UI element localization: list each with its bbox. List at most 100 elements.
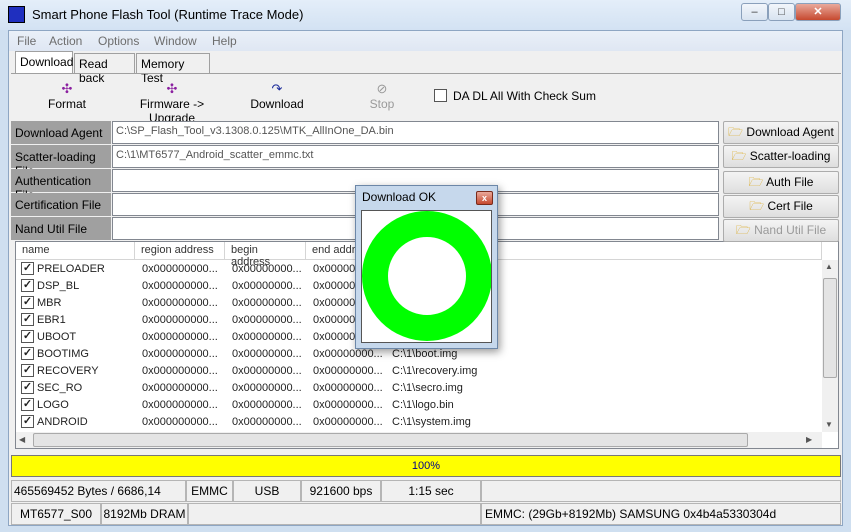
partition-checkbox[interactable]: ✓ <box>21 364 34 377</box>
download-agent-button[interactable]: 🗁 Download Agent <box>723 121 839 144</box>
list-item[interactable]: ✓ LOGO 0x000000000... 0x00000000... 0x00… <box>16 397 822 414</box>
title-bar: Smart Phone Flash Tool (Runtime Trace Mo… <box>0 0 851 30</box>
column-header-begin-address[interactable]: begin address <box>225 242 306 268</box>
minimize-button[interactable]: – <box>741 3 768 21</box>
horizontal-scrollbar[interactable]: ◀ ▶ <box>16 432 822 448</box>
partition-checkbox[interactable]: ✓ <box>21 313 34 326</box>
end-address: 0x00000000... <box>313 382 383 394</box>
authentication-file-button-label: Auth File <box>766 175 814 189</box>
status-dram: 8192Mb DRAM <box>101 503 188 525</box>
begin-address: 0x00000000... <box>232 297 302 309</box>
column-header-region-address[interactable]: region address <box>135 242 225 260</box>
status-chip: MT6577_S00 <box>11 503 101 525</box>
menu-options[interactable]: Options <box>98 34 139 48</box>
list-item[interactable]: ✓ ANDROID 0x000000000... 0x00000000... 0… <box>16 414 822 431</box>
scroll-right-arrow-icon[interactable]: ▶ <box>806 435 812 444</box>
nand-util-file-button[interactable]: 🗁 Nand Util File <box>723 219 839 242</box>
download-icon: ↷ <box>271 81 283 96</box>
partition-name: ANDROID <box>37 416 88 428</box>
download-agent-button-label: Download Agent <box>746 125 834 139</box>
folder-icon: 🗁 <box>735 223 751 237</box>
format-button[interactable]: ✣ Format <box>47 81 87 111</box>
begin-address: 0x00000000... <box>232 314 302 326</box>
scatter-loading-file-input[interactable]: C:\1\MT6577_Android_scatter_emmc.txt <box>112 145 719 168</box>
scroll-down-arrow-icon[interactable]: ▼ <box>825 420 833 429</box>
window-title: Smart Phone Flash Tool (Runtime Trace Mo… <box>32 7 304 22</box>
horizontal-scroll-thumb[interactable] <box>33 433 748 447</box>
region-address: 0x000000000... <box>142 297 218 309</box>
list-item[interactable]: ✓ SEC_RO 0x000000000... 0x00000000... 0x… <box>16 380 822 397</box>
partition-checkbox[interactable]: ✓ <box>21 330 34 343</box>
dialog-title: Download OK <box>362 190 437 204</box>
stop-label: Stop <box>369 97 395 111</box>
status-transfer: 465569452 Bytes / 6686,14 KBps <box>11 480 186 518</box>
scroll-left-arrow-icon[interactable]: ◀ <box>19 435 25 444</box>
partition-name: LOGO <box>37 399 69 411</box>
tab-memory-test[interactable]: Memory Test <box>136 53 210 85</box>
download-button[interactable]: ↷ Download <box>247 81 307 111</box>
end-address: 0x00000000... <box>313 416 383 428</box>
close-button[interactable]: ✕ <box>795 3 841 21</box>
scatter-loading-file-button[interactable]: 🗁 Scatter-loading <box>723 145 839 168</box>
menu-bar: File Action Options Window Help <box>9 31 842 51</box>
partition-checkbox[interactable]: ✓ <box>21 347 34 360</box>
firmware-upgrade-icon: ✣ <box>166 81 178 96</box>
begin-address: 0x00000000... <box>232 280 302 292</box>
partition-checkbox[interactable]: ✓ <box>21 296 34 309</box>
list-item[interactable]: ✓ RECOVERY 0x000000000... 0x00000000... … <box>16 363 822 380</box>
partition-name: UBOOT <box>37 331 77 343</box>
region-address: 0x000000000... <box>142 263 218 275</box>
partition-checkbox[interactable]: ✓ <box>21 279 34 292</box>
toolbar-divider <box>11 73 841 74</box>
download-ok-dialog: Download OK x <box>355 185 498 349</box>
nand-util-file-button-label: Nand Util File <box>754 223 827 237</box>
dialog-close-button[interactable]: x <box>476 191 493 205</box>
region-address: 0x000000000... <box>142 331 218 343</box>
tab-read-back[interactable]: Read back <box>74 53 135 85</box>
partition-checkbox[interactable]: ✓ <box>21 398 34 411</box>
download-agent-label: Download Agent <box>11 121 111 144</box>
partition-checkbox[interactable]: ✓ <box>21 415 34 428</box>
menu-help[interactable]: Help <box>212 34 237 48</box>
folder-icon: 🗁 <box>728 125 744 139</box>
menu-window[interactable]: Window <box>154 34 197 48</box>
progress-bar: 100% <box>11 455 841 477</box>
partition-checkbox[interactable]: ✓ <box>21 381 34 394</box>
checksum-label: DA DL All With Check Sum <box>453 89 596 103</box>
region-address: 0x000000000... <box>142 348 218 360</box>
region-address: 0x000000000... <box>142 365 218 377</box>
partition-name: MBR <box>37 297 62 309</box>
begin-address: 0x00000000... <box>232 416 302 428</box>
firmware-upgrade-button[interactable]: ✣ Firmware -> Upgrade <box>117 81 227 125</box>
authentication-file-label: Authentication File <box>11 169 111 202</box>
menu-file[interactable]: File <box>17 34 36 48</box>
end-address: 0x00000000... <box>313 399 383 411</box>
download-label: Download <box>250 97 304 111</box>
region-address: 0x000000000... <box>142 280 218 292</box>
file-path: C:\1\logo.bin <box>392 399 454 411</box>
partition-name: PRELOADER <box>37 263 105 275</box>
end-address: 0x00000000... <box>313 365 383 377</box>
authentication-file-button[interactable]: 🗁 Auth File <box>723 171 839 194</box>
checksum-checkbox[interactable] <box>434 89 447 102</box>
partition-checkbox[interactable]: ✓ <box>21 262 34 275</box>
begin-address: 0x00000000... <box>232 399 302 411</box>
vertical-scroll-thumb[interactable] <box>823 278 837 378</box>
certification-file-button[interactable]: 🗁 Cert File <box>723 195 839 218</box>
region-address: 0x000000000... <box>142 382 218 394</box>
menu-action[interactable]: Action <box>49 34 82 48</box>
stop-button[interactable]: ⊘ Stop <box>363 81 401 111</box>
file-path: C:\1\system.img <box>392 416 471 428</box>
scroll-up-arrow-icon[interactable]: ▲ <box>825 262 833 271</box>
success-ring-icon <box>362 211 492 341</box>
dialog-body <box>361 210 492 343</box>
tab-download[interactable]: Download <box>15 51 73 73</box>
partition-name: BOOTIMG <box>37 348 89 360</box>
status-baudrate: 921600 bps <box>301 480 381 502</box>
download-agent-input[interactable]: C:\SP_Flash_Tool_v3.1308.0.125\MTK_AllIn… <box>112 121 719 144</box>
begin-address: 0x00000000... <box>232 382 302 394</box>
partition-name: DSP_BL <box>37 280 80 292</box>
column-header-name[interactable]: name <box>16 242 135 260</box>
vertical-scrollbar[interactable]: ▲ ▼ <box>822 260 838 432</box>
maximize-button[interactable]: □ <box>768 3 795 21</box>
